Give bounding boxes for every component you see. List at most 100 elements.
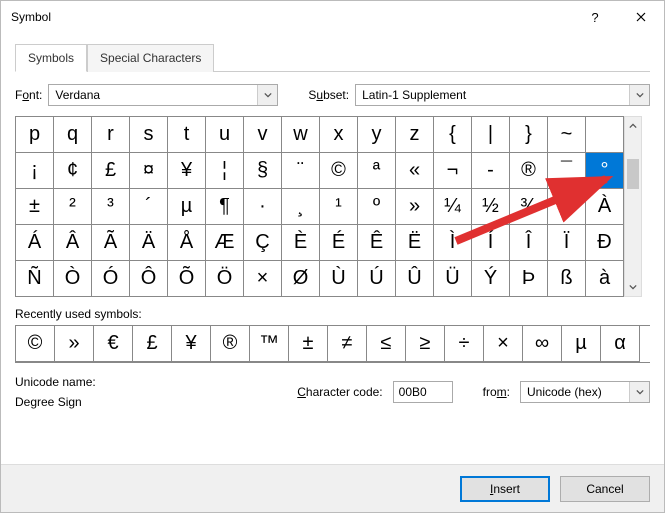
symbol-cell[interactable]: » xyxy=(396,189,434,225)
symbol-cell[interactable]: º xyxy=(358,189,396,225)
symbol-cell[interactable]: Ø xyxy=(282,261,320,297)
recent-symbol-cell[interactable]: ≠ xyxy=(328,326,367,362)
symbol-cell[interactable]: Û xyxy=(396,261,434,297)
symbol-cell[interactable]: u xyxy=(206,117,244,153)
symbol-cell[interactable]: x xyxy=(320,117,358,153)
symbol-cell[interactable]: Ò xyxy=(54,261,92,297)
symbol-cell[interactable]: µ xyxy=(168,189,206,225)
symbol-cell[interactable]: Ã xyxy=(92,225,130,261)
recent-symbol-cell[interactable]: ± xyxy=(289,326,328,362)
recent-symbol-cell[interactable]: ® xyxy=(211,326,250,362)
symbol-cell[interactable]: Ë xyxy=(396,225,434,261)
tab-symbols[interactable]: Symbols xyxy=(15,44,87,72)
symbol-cell[interactable]: § xyxy=(244,153,282,189)
symbol-cell[interactable]: © xyxy=(320,153,358,189)
font-combobox[interactable]: Verdana xyxy=(48,84,278,106)
symbol-cell[interactable]: ½ xyxy=(472,189,510,225)
recent-symbol-cell[interactable]: ¥ xyxy=(172,326,211,362)
symbol-cell[interactable]: Ð xyxy=(586,225,624,261)
cancel-button[interactable]: Cancel xyxy=(560,476,650,502)
symbol-cell[interactable]: É xyxy=(320,225,358,261)
symbol-cell[interactable]: à xyxy=(586,261,624,297)
symbol-cell[interactable]: ¥ xyxy=(168,153,206,189)
close-button[interactable] xyxy=(618,1,664,33)
symbol-cell[interactable] xyxy=(586,117,624,153)
recent-symbol-cell[interactable]: ÷ xyxy=(445,326,484,362)
symbol-cell[interactable]: Ñ xyxy=(16,261,54,297)
recent-symbol-cell[interactable]: € xyxy=(94,326,133,362)
symbol-cell[interactable]: × xyxy=(244,261,282,297)
symbol-cell[interactable]: Õ xyxy=(168,261,206,297)
symbol-cell[interactable]: ³ xyxy=(92,189,130,225)
symbol-cell[interactable]: È xyxy=(282,225,320,261)
symbol-cell[interactable]: v xyxy=(244,117,282,153)
symbol-cell[interactable]: Í xyxy=(472,225,510,261)
symbol-cell[interactable]: ¼ xyxy=(434,189,472,225)
scroll-track[interactable] xyxy=(625,135,641,278)
symbol-cell[interactable]: ² xyxy=(54,189,92,225)
symbol-cell[interactable]: Ô xyxy=(130,261,168,297)
recent-symbol-cell[interactable]: £ xyxy=(133,326,172,362)
from-combobox[interactable]: Unicode (hex) xyxy=(520,381,650,403)
symbol-cell[interactable]: - xyxy=(472,153,510,189)
symbol-cell[interactable]: ¤ xyxy=(130,153,168,189)
symbol-cell[interactable]: ¨ xyxy=(282,153,320,189)
scroll-up-button[interactable] xyxy=(625,117,641,135)
scrollbar-vertical[interactable] xyxy=(624,116,642,297)
recent-symbol-cell[interactable]: © xyxy=(16,326,55,362)
symbol-cell[interactable]: t xyxy=(168,117,206,153)
symbol-cell[interactable]: « xyxy=(396,153,434,189)
symbol-cell[interactable]: y xyxy=(358,117,396,153)
symbol-cell[interactable]: Ó xyxy=(92,261,130,297)
recent-symbol-cell[interactable]: α xyxy=(601,326,640,362)
symbol-cell[interactable]: ¡ xyxy=(16,153,54,189)
symbol-cell[interactable]: ¶ xyxy=(206,189,244,225)
symbol-cell[interactable]: ¯ xyxy=(548,153,586,189)
symbol-cell[interactable]: Ü xyxy=(434,261,472,297)
symbol-cell[interactable]: ´ xyxy=(130,189,168,225)
help-button[interactable]: ? xyxy=(572,1,618,33)
symbol-cell[interactable]: ° xyxy=(586,153,624,189)
recent-symbol-cell[interactable]: ≤ xyxy=(367,326,406,362)
scroll-thumb[interactable] xyxy=(627,159,639,189)
symbol-cell[interactable]: { xyxy=(434,117,472,153)
symbol-cell[interactable]: ¹ xyxy=(320,189,358,225)
symbol-cell[interactable]: Ö xyxy=(206,261,244,297)
symbol-cell[interactable]: ~ xyxy=(548,117,586,153)
symbol-cell[interactable]: z xyxy=(396,117,434,153)
symbol-cell[interactable]: ª xyxy=(358,153,396,189)
symbol-cell[interactable]: Ù xyxy=(320,261,358,297)
symbol-cell[interactable]: ¿ xyxy=(548,189,586,225)
insert-button[interactable]: Insert xyxy=(460,476,550,502)
symbol-cell[interactable]: ¢ xyxy=(54,153,92,189)
symbol-cell[interactable]: Ì xyxy=(434,225,472,261)
recent-symbol-cell[interactable]: × xyxy=(484,326,523,362)
symbol-cell[interactable]: p xyxy=(16,117,54,153)
symbol-cell[interactable]: Á xyxy=(16,225,54,261)
symbol-cell[interactable]: Þ xyxy=(510,261,548,297)
symbol-cell[interactable]: Æ xyxy=(206,225,244,261)
recent-symbol-cell[interactable]: ™ xyxy=(250,326,289,362)
symbol-cell[interactable]: s xyxy=(130,117,168,153)
tab-special-characters[interactable]: Special Characters xyxy=(87,44,214,72)
recent-symbol-cell[interactable]: ∞ xyxy=(523,326,562,362)
symbol-cell[interactable]: Ê xyxy=(358,225,396,261)
symbol-cell[interactable]: ß xyxy=(548,261,586,297)
symbol-cell[interactable]: Ç xyxy=(244,225,282,261)
symbol-cell[interactable]: ¾ xyxy=(510,189,548,225)
symbol-cell[interactable]: · xyxy=(244,189,282,225)
symbol-cell[interactable]: ¦ xyxy=(206,153,244,189)
symbol-cell[interactable]: Î xyxy=(510,225,548,261)
symbol-cell[interactable]: Ä xyxy=(130,225,168,261)
symbol-cell[interactable]: ® xyxy=(510,153,548,189)
symbol-cell[interactable]: Å xyxy=(168,225,206,261)
symbol-cell[interactable]: } xyxy=(510,117,548,153)
symbol-cell[interactable]: q xyxy=(54,117,92,153)
subset-combobox[interactable]: Latin-1 Supplement xyxy=(355,84,650,106)
symbol-cell[interactable]: r xyxy=(92,117,130,153)
recent-symbol-cell[interactable]: ≥ xyxy=(406,326,445,362)
symbol-cell[interactable]: w xyxy=(282,117,320,153)
symbol-cell[interactable]: Ý xyxy=(472,261,510,297)
symbol-cell[interactable]: ± xyxy=(16,189,54,225)
character-code-input[interactable] xyxy=(393,381,453,403)
